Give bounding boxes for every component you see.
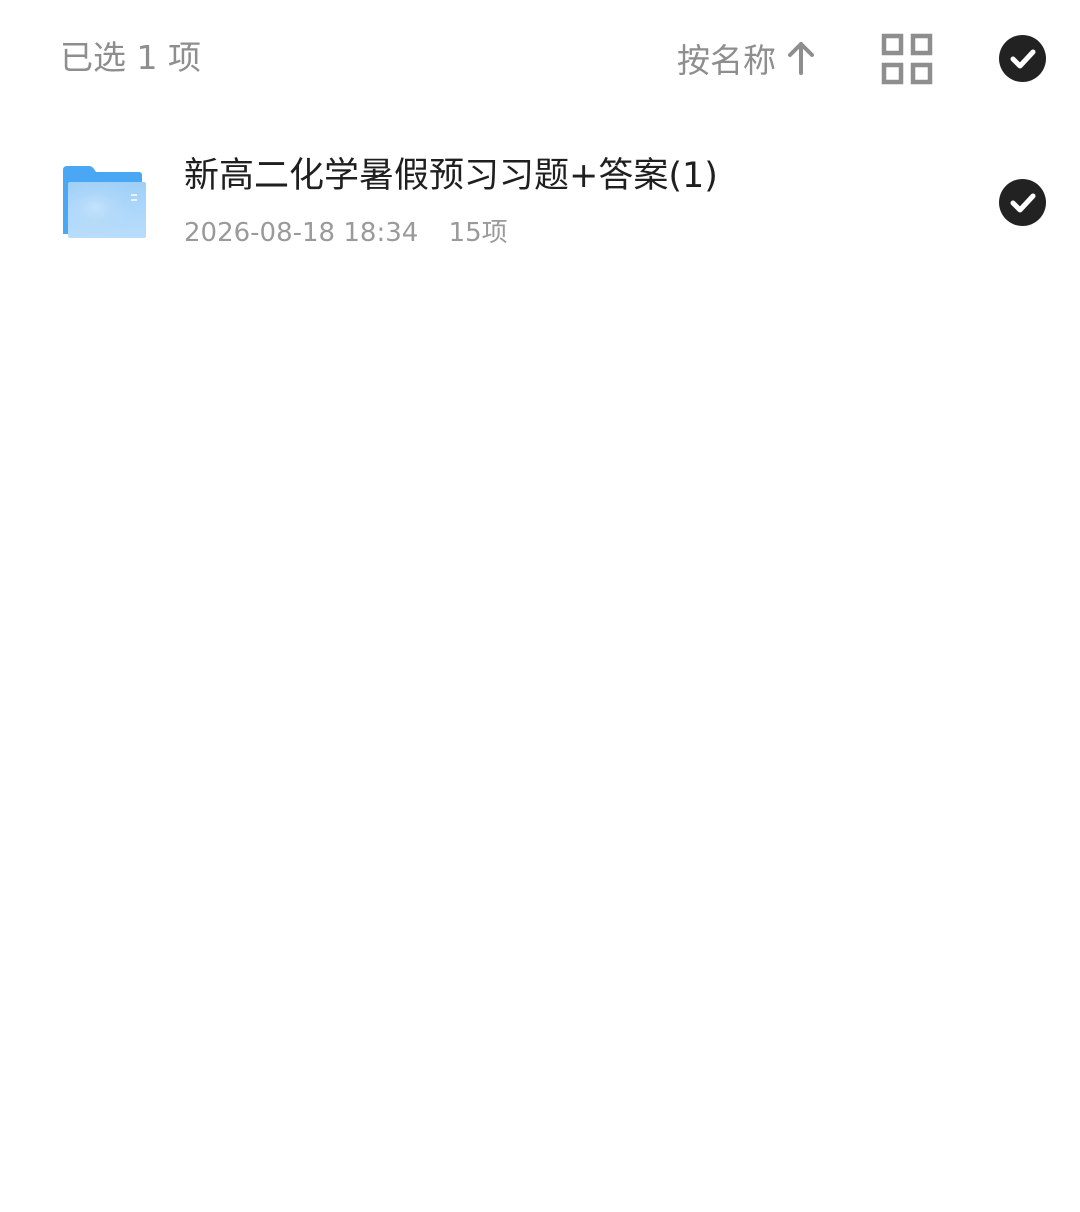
selection-toolbar: 已选 1 项 按名称 xyxy=(0,0,1080,118)
file-name: 新高二化学暑假预习习题+答案(1) xyxy=(184,156,718,196)
sort-label: 按名称 xyxy=(677,41,776,80)
select-all-checkbox[interactable] xyxy=(999,35,1046,82)
grid-view-icon[interactable] xyxy=(880,32,934,86)
arrow-up-icon xyxy=(788,42,814,75)
file-list-item[interactable]: 新高二化学暑假预习习题+答案(1) 2026-08-18 18:34 15项 xyxy=(0,130,1080,275)
sort-by-name-button[interactable]: 按名称 xyxy=(677,34,816,82)
check-circle-icon xyxy=(1010,193,1036,213)
selected-count-label: 已选 1 项 xyxy=(60,38,201,77)
modified-date: 2026-08-18 18:34 xyxy=(184,218,419,248)
folder-icon xyxy=(63,166,146,238)
item-count: 15项 xyxy=(448,218,508,248)
file-metadata: 2026-08-18 18:34 15项 xyxy=(184,216,508,250)
check-circle-icon xyxy=(1010,49,1036,69)
file-selected-checkbox[interactable] xyxy=(999,179,1046,226)
